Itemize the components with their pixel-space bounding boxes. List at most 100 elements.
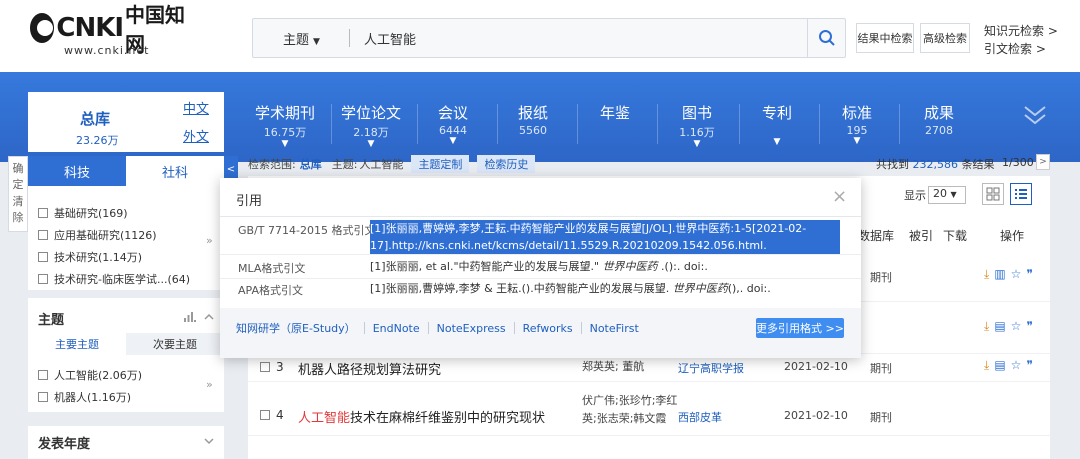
close-icon[interactable]: × [832, 186, 847, 207]
tab-secondary-topic[interactable]: 次要主题 [126, 333, 224, 355]
tab-main-topic[interactable]: 主要主题 [28, 333, 126, 355]
category-separator [577, 104, 578, 144]
category-journals[interactable]: 学术期刊 16.75万 ▼ [250, 102, 320, 149]
checkbox[interactable] [38, 252, 48, 262]
category-dissertations[interactable]: 学位论文 2.18万 ▼ [336, 102, 406, 149]
table-row[interactable]: 3 机器人路径规划算法研究 郑英英; 董航 辽宁高职学报 2021-02-10 … [248, 354, 1050, 382]
checkbox[interactable] [38, 370, 48, 380]
row-source[interactable]: 辽宁高职学报 [678, 360, 744, 376]
row-source[interactable]: 西部皮革 [678, 409, 722, 425]
filter-item[interactable]: 人工智能(2.06万) [38, 364, 208, 386]
bar-chart-icon[interactable] [184, 312, 196, 322]
filter-item[interactable]: 机器人(1.16万) [38, 386, 208, 408]
column-cited[interactable]: 被引 [909, 227, 933, 244]
cnki-logo-mark [30, 13, 55, 43]
scope-label: 检索范围: [248, 158, 296, 171]
more-citation-formats-button[interactable]: 更多引用格式 >> [756, 318, 844, 338]
category-patents[interactable]: 专利 ▼ [742, 102, 812, 147]
search-field-select[interactable]: 主题 ▼ [253, 29, 349, 48]
citation-text-apa[interactable]: [1]张丽丽,曹婷婷,李梦 & 王耘.().中药智能产业的发展与展望. 世界中医… [370, 280, 840, 297]
citation-text-part: [1]张丽丽, et al."中药智能产业的发展与展望." [370, 260, 603, 273]
cite-icon[interactable]: ❞ [1026, 267, 1032, 282]
chinese-language-link[interactable]: 中文 [183, 98, 209, 117]
tab-social-science[interactable]: 社科 [126, 156, 224, 186]
citation-text-gbt[interactable]: [1]张丽丽,曹婷婷,李梦,王耘.中药智能产业的发展与展望[J/OL].世界中医… [370, 220, 840, 254]
list-view-button[interactable] [1010, 183, 1032, 205]
export-endnote-link[interactable]: EndNote [373, 322, 420, 335]
row-authors[interactable]: 伏广伟;张珍竹;李红 英;张志荣;韩文霞 [582, 392, 677, 428]
advanced-search-button[interactable]: 高级检索 [920, 23, 970, 53]
knowledge-search-link[interactable]: 知识元检索 > [984, 22, 1058, 39]
topic-customize-button[interactable]: 主题定制 [411, 155, 470, 173]
category-name: 报纸 [517, 104, 548, 122]
column-downloads[interactable]: 下载 [943, 227, 967, 244]
total-database-count: 23.26万 [76, 134, 119, 147]
total-database-tab[interactable]: 总库 23.26万 中文 外文 [28, 92, 224, 152]
checkbox[interactable] [260, 410, 270, 420]
favorite-icon[interactable]: ☆ [1011, 358, 1022, 373]
row-operations: ⤓ ▤ ☆ ❞ [984, 358, 1033, 373]
export-estudy-link[interactable]: 知网研学（原E-Study） [236, 320, 356, 336]
cnki-logo[interactable]: CNKI 中国知网 www.cnki.net [30, 3, 190, 60]
checkbox[interactable] [260, 362, 270, 372]
filter-item[interactable]: 技术研究-临床医学试...(64) [38, 268, 208, 290]
expand-categories-icon[interactable] [1022, 104, 1048, 126]
year-section-header[interactable]: 发表年度 [28, 426, 224, 459]
citation-text-part: [1]张丽丽,曹婷婷,李梦 & 王耘.().中药智能产业的发展与展望. [370, 282, 673, 295]
row-title[interactable]: 人工智能技术在麻棉纤维鉴别中的研究现状 [298, 407, 545, 426]
clear-filter-button[interactable]: 清除 [8, 194, 28, 230]
chevron-down-icon[interactable] [204, 438, 214, 445]
category-standards[interactable]: 标准 195 ▼ [822, 102, 892, 146]
cite-icon[interactable]: ❞ [1026, 358, 1032, 373]
grid-view-button[interactable] [982, 183, 1004, 205]
html-read-icon[interactable]: ▤ [994, 358, 1005, 373]
favorite-icon[interactable]: ☆ [1011, 319, 1022, 334]
topic-list: 人工智能(2.06万) 机器人(1.16万) [38, 364, 208, 408]
download-icon[interactable]: ⤓ [984, 319, 989, 334]
filter-item-label: 机器人(1.16万) [54, 391, 132, 404]
row-title[interactable]: 机器人路径规划算法研究 [298, 359, 441, 378]
export-refworks-link[interactable]: Refworks [523, 322, 573, 335]
category-yearbooks[interactable]: 年鉴 [580, 102, 650, 123]
tab-science[interactable]: 科技 [28, 156, 126, 186]
filter-item[interactable]: 基础研究(169) [38, 202, 208, 224]
category-achievements[interactable]: 成果 2708 [904, 102, 974, 137]
checkbox[interactable] [38, 230, 48, 240]
filter-item[interactable]: 应用基础研究(1126) [38, 224, 208, 246]
search-button[interactable] [807, 19, 845, 57]
category-count: 16.75万 [263, 126, 307, 139]
search-within-results-button[interactable]: 结果中检索 [856, 23, 914, 53]
search-input[interactable]: 人工智能 [364, 29, 807, 48]
html-read-icon[interactable]: ▤ [994, 319, 1005, 334]
checkbox[interactable] [38, 274, 48, 284]
filter-item[interactable]: 技术研究(1.14万) [38, 246, 208, 268]
title-highlight: 人工智能 [298, 411, 351, 426]
next-page-button[interactable]: > [1036, 154, 1050, 170]
more-arrow-icon[interactable]: » [206, 234, 213, 247]
topic-section-header[interactable]: 主题 [28, 298, 224, 333]
page-size-select[interactable]: 20 ▼ [928, 186, 966, 204]
export-notefirst-link[interactable]: NoteFirst [590, 322, 639, 335]
download-icon[interactable]: ⤓ [984, 358, 989, 373]
foreign-language-link[interactable]: 外文 [183, 126, 209, 145]
scope-value[interactable]: 总库 [300, 156, 322, 172]
read-online-icon[interactable]: ▥ [994, 267, 1005, 282]
search-history-button[interactable]: 检索历史 [477, 155, 536, 173]
row-authors[interactable]: 郑英英; 董航 [582, 358, 644, 376]
checkbox[interactable] [38, 208, 48, 218]
category-conferences[interactable]: 会议 6444 ▼ [418, 102, 488, 146]
link-separator [427, 322, 429, 334]
category-newspapers[interactable]: 报纸 5560 [498, 102, 568, 137]
citation-text-mla[interactable]: [1]张丽丽, et al."中药智能产业的发展与展望." 世界中医药 .():… [370, 258, 840, 275]
table-row[interactable]: 4 人工智能技术在麻棉纤维鉴别中的研究现状 伏广伟;张珍竹;李红 英;张志荣;韩… [248, 390, 1050, 436]
cite-icon[interactable]: ❞ [1026, 319, 1032, 334]
column-database[interactable]: 数据库 [858, 227, 894, 244]
favorite-icon[interactable]: ☆ [1011, 267, 1022, 282]
chevron-up-icon[interactable] [204, 313, 214, 320]
download-icon[interactable]: ⤓ [984, 267, 989, 282]
checkbox[interactable] [38, 392, 48, 402]
more-arrow-icon[interactable]: » [206, 378, 213, 391]
export-noteexpress-link[interactable]: NoteExpress [437, 322, 506, 335]
category-books[interactable]: 图书 1.16万 ▼ [662, 102, 732, 149]
citation-search-link[interactable]: 引文检索 > [984, 40, 1046, 57]
